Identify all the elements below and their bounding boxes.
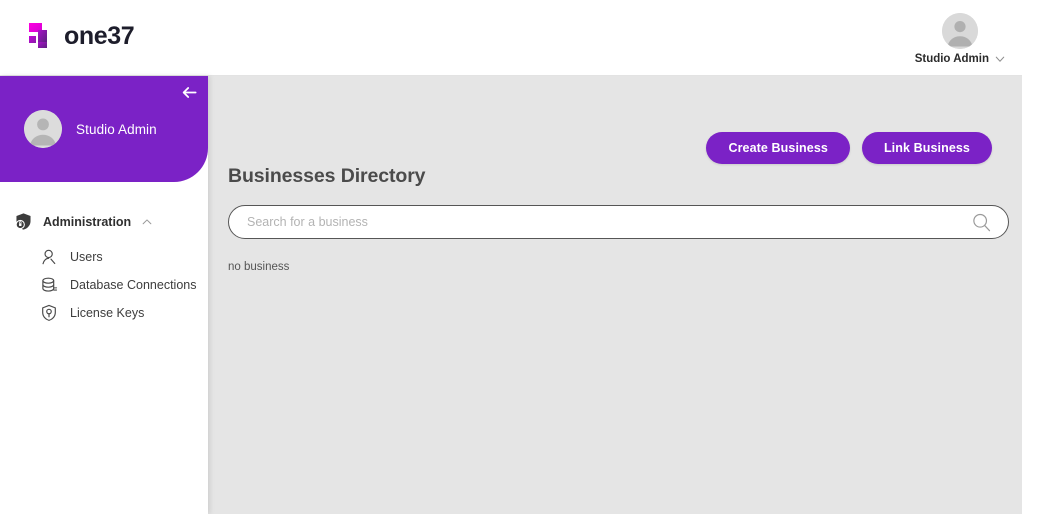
sidebar-item-label: License Keys — [70, 306, 145, 320]
arrow-left-icon — [182, 86, 197, 98]
user-search-icon — [42, 249, 56, 265]
nav-group-label: Administration — [43, 214, 132, 229]
page-title: Businesses Directory — [228, 165, 426, 187]
sidebar-user-name: Studio Admin — [76, 121, 157, 137]
sidebar-item-label: Database Connections — [70, 278, 197, 292]
chevron-down-icon[interactable] — [994, 53, 1006, 65]
sidebar: Studio Admin Administration Users Databa… — [0, 76, 208, 514]
search-icon[interactable] — [971, 212, 992, 233]
nav-group-administration: Administration Users Database Connection… — [0, 206, 208, 327]
nav-group-items: Users Database Connections License Keys — [0, 237, 208, 327]
link-business-button[interactable]: Link Business — [861, 132, 992, 164]
user-menu[interactable]: Studio Admin — [915, 13, 1006, 65]
sidebar-collapse-button[interactable] — [178, 81, 200, 103]
shield-key-icon — [42, 304, 56, 321]
sidebar-nav: Administration Users Database Connection… — [0, 182, 208, 327]
search-input[interactable] — [247, 206, 971, 238]
sidebar-item-license-keys[interactable]: License Keys — [0, 299, 208, 327]
user-menu-label-row[interactable]: Studio Admin — [915, 53, 1006, 65]
chevron-up-icon[interactable] — [141, 216, 153, 228]
action-bar: Create Business Link Business — [706, 132, 992, 164]
shield-lock-icon — [15, 213, 31, 230]
empty-state-message: no business — [228, 261, 290, 273]
avatar — [24, 110, 62, 148]
search-bar[interactable] — [228, 205, 1009, 239]
nav-group-header-administration[interactable]: Administration — [0, 206, 208, 237]
sidebar-item-database-connections[interactable]: Database Connections — [0, 271, 208, 299]
sidebar-user-header: Studio Admin — [0, 76, 208, 182]
sidebar-item-users[interactable]: Users — [0, 243, 208, 271]
avatar — [942, 13, 979, 49]
top-bar: one37 Studio Admin — [0, 0, 1022, 76]
brand-logo[interactable]: one37 — [29, 21, 135, 50]
brand-name: one37 — [64, 21, 135, 50]
database-icon — [42, 277, 58, 292]
main-content: Create Business Link Business Businesses… — [208, 76, 1022, 514]
user-name: Studio Admin — [914, 53, 989, 65]
sidebar-item-label: Users — [70, 250, 103, 264]
create-business-button[interactable]: Create Business — [706, 132, 850, 164]
right-gutter — [1022, 0, 1039, 514]
app-root: one37 Studio Admin Studio Admin Administ… — [0, 0, 1039, 514]
one37-logo-icon — [29, 23, 47, 48]
